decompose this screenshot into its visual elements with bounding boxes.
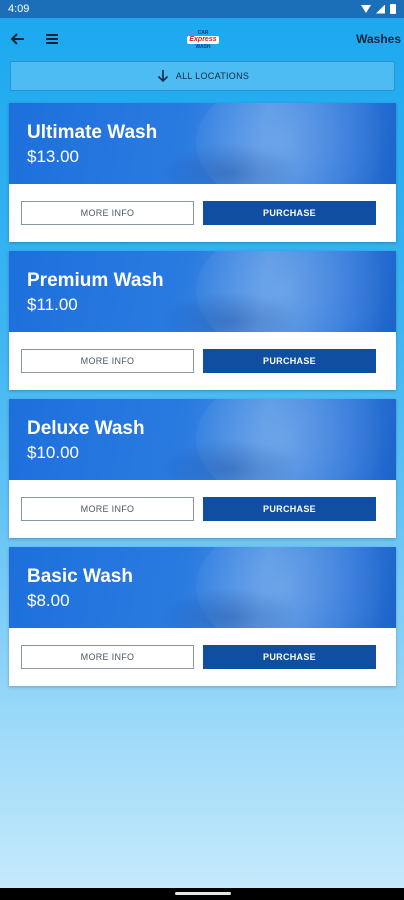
more-info-button[interactable]: MORE INFO [21, 201, 194, 225]
more-info-button[interactable]: MORE INFO [21, 497, 194, 521]
wash-name: Premium Wash [27, 270, 164, 291]
purchase-button[interactable]: PURCHASE [203, 201, 376, 225]
status-icons [361, 4, 396, 14]
wash-card: Ultimate Wash $13.00 MORE INFO PURCHASE [9, 103, 396, 242]
wash-card: Premium Wash $11.00 MORE INFO PURCHASE [9, 251, 396, 390]
status-bar: 4:09 [0, 0, 404, 18]
wash-price: $10.00 [27, 443, 79, 462]
purchase-button[interactable]: PURCHASE [203, 497, 376, 521]
brand-logo: CAR Express WASH [187, 30, 219, 50]
menu-icon[interactable] [44, 31, 60, 47]
arrow-down-icon [157, 70, 169, 83]
more-info-button[interactable]: MORE INFO [21, 645, 194, 669]
wash-price: $13.00 [27, 147, 79, 166]
home-handle[interactable] [175, 892, 231, 895]
wash-price: $8.00 [27, 591, 70, 610]
location-selector-button[interactable]: ALL LOCATIONS [10, 61, 395, 91]
wifi-icon [361, 5, 371, 13]
system-nav-bar [0, 888, 404, 900]
back-arrow-icon[interactable] [9, 30, 27, 48]
wash-name: Ultimate Wash [27, 122, 158, 143]
purchase-button[interactable]: PURCHASE [203, 349, 376, 373]
location-label: ALL LOCATIONS [175, 71, 250, 81]
app-bar: CAR Express WASH Washes [0, 18, 404, 60]
battery-icon [390, 4, 396, 14]
purchase-button[interactable]: PURCHASE [203, 645, 376, 669]
status-time: 4:09 [8, 3, 30, 15]
wash-name: Deluxe Wash [27, 418, 145, 439]
wash-card: Basic Wash $8.00 MORE INFO PURCHASE [9, 547, 396, 686]
page-title: Washes [356, 32, 401, 46]
more-info-button[interactable]: MORE INFO [21, 349, 194, 373]
wash-name: Basic Wash [27, 566, 133, 587]
wash-card: Deluxe Wash $10.00 MORE INFO PURCHASE [9, 399, 396, 538]
signal-icon [376, 4, 385, 14]
wash-price: $11.00 [27, 295, 78, 314]
